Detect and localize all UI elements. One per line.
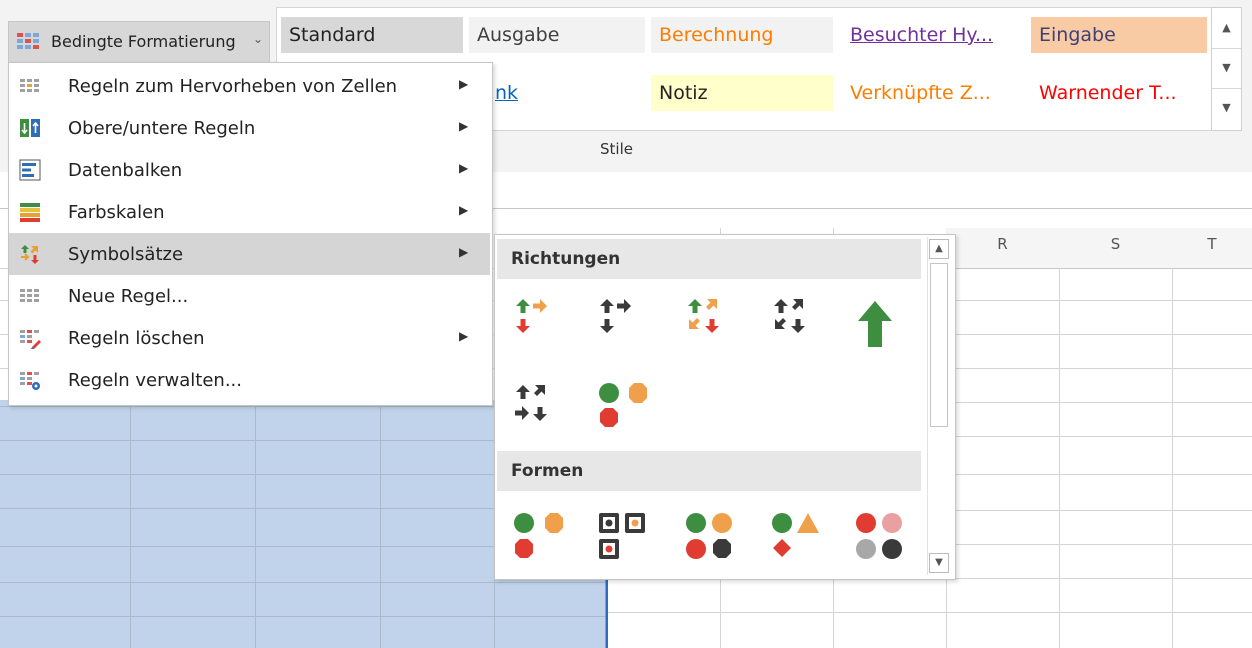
style-ausgabe[interactable]: Ausgabe (469, 17, 645, 53)
section-header-shapes: Formen (497, 451, 921, 491)
column-header-s[interactable]: S (1059, 228, 1172, 269)
gallery-scroll-down-icon[interactable]: ▼ (1212, 48, 1241, 89)
conditional-formatting-icon (17, 33, 39, 49)
conditional-formatting-button[interactable]: Bedingte Formatierung ⌄ (8, 21, 270, 63)
style-eingabe[interactable]: Eingabe (1031, 17, 1207, 53)
icon-sets-icon (21, 245, 39, 264)
icon-set-3-traffic-lights[interactable] (513, 509, 569, 567)
clear-rules-icon (20, 330, 41, 349)
data-bars-icon (19, 159, 41, 181)
section-header-directions: Richtungen (497, 239, 921, 279)
conditional-formatting-menu: Regeln zum Hervorheben von Zellen ▶ Ober… (8, 62, 493, 406)
style-warnender-text[interactable]: Warnender T... (1031, 75, 1207, 111)
menu-item-label: Regeln löschen (68, 328, 205, 349)
menu-item-new-rule[interactable]: Neue Regel... (9, 275, 490, 317)
submenu-arrow-icon: ▶ (459, 245, 469, 259)
conditional-formatting-label: Bedingte Formatierung (51, 32, 236, 51)
submenu-arrow-icon: ▶ (459, 77, 469, 91)
style-berechnung[interactable]: Berechnung (651, 17, 833, 53)
icon-set-4-arrows-gray[interactable] (771, 295, 827, 353)
icon-set-5-arrows-gray[interactable] (513, 381, 569, 439)
scroll-thumb[interactable] (930, 263, 948, 427)
menu-item-label: Obere/untere Regeln (68, 118, 256, 139)
menu-item-clear-rules[interactable]: Regeln löschen ▶ (9, 317, 490, 359)
menu-item-label: Symbolsätze (68, 244, 184, 265)
menu-item-label: Neue Regel... (68, 286, 189, 307)
style-besuchter-hyperlink[interactable]: Besuchter Hy... (842, 17, 1022, 53)
style-standard[interactable]: Standard (281, 17, 463, 53)
icon-sets-submenu: Richtungen Formen ▲ ▼ (494, 234, 956, 580)
submenu-arrow-icon: ▶ (459, 203, 469, 217)
menu-item-data-bars[interactable]: Datenbalken ▶ (9, 149, 490, 191)
icon-set-4-traffic-lights[interactable] (685, 509, 741, 567)
icon-set-big-up-arrow[interactable] (855, 295, 911, 353)
style-notiz[interactable]: Notiz (651, 75, 833, 111)
menu-item-highlight-rules[interactable]: Regeln zum Hervorheben von Zellen ▶ (9, 65, 490, 107)
icon-set-4-ratings-red-to-black[interactable] (855, 509, 911, 567)
menu-item-label: Regeln verwalten... (68, 370, 242, 391)
menu-item-label: Datenbalken (68, 160, 183, 181)
icon-set-3-arrows-gray[interactable] (597, 295, 653, 353)
menu-item-label: Farbskalen (68, 202, 165, 223)
column-header-r[interactable]: R (946, 228, 1059, 269)
top-bottom-rules-icon (20, 119, 40, 137)
color-scales-icon (20, 203, 40, 222)
manage-rules-icon (20, 372, 40, 390)
column-header-t[interactable]: T (1172, 228, 1252, 269)
style-link[interactable]: nk (487, 75, 587, 111)
menu-item-manage-rules[interactable]: Regeln verwalten... (9, 359, 490, 401)
menu-item-label: Regeln zum Hervorheben von Zellen (68, 76, 398, 97)
styles-group-label: Stile (600, 140, 633, 158)
menu-item-color-scales[interactable]: Farbskalen ▶ (9, 191, 490, 233)
submenu-scrollbar[interactable]: ▲ ▼ (927, 237, 950, 575)
new-rule-icon (20, 289, 39, 302)
scroll-down-icon[interactable]: ▼ (929, 553, 949, 573)
menu-item-icon-sets[interactable]: Symbolsätze ▶ (9, 233, 490, 275)
style-verknuepfte-zelle[interactable]: Verknüpfte Z... (842, 75, 1022, 111)
gallery-expand-icon[interactable]: ▼ (1212, 88, 1241, 128)
submenu-arrow-icon: ▶ (459, 119, 469, 133)
icon-set-3-signs[interactable] (771, 509, 827, 567)
submenu-arrow-icon: ▶ (459, 329, 469, 343)
icon-set-3-arrows-colored[interactable] (513, 295, 569, 353)
chevron-down-icon: ⌄ (253, 32, 264, 46)
gallery-scroll-up-icon[interactable]: ▲ (1212, 8, 1241, 49)
icon-set-3-signs-framed[interactable] (597, 509, 653, 567)
highlight-rules-icon (20, 79, 39, 92)
submenu-arrow-icon: ▶ (459, 161, 469, 175)
scroll-up-icon[interactable]: ▲ (929, 239, 949, 259)
gallery-scrollbar[interactable]: ▲ ▼ ▼ (1211, 7, 1242, 131)
menu-item-top-bottom-rules[interactable]: Obere/untere Regeln ▶ (9, 107, 490, 149)
icon-set-3-traffic-lights-octagon[interactable] (597, 381, 653, 439)
icon-set-4-arrows-colored[interactable] (685, 295, 741, 353)
